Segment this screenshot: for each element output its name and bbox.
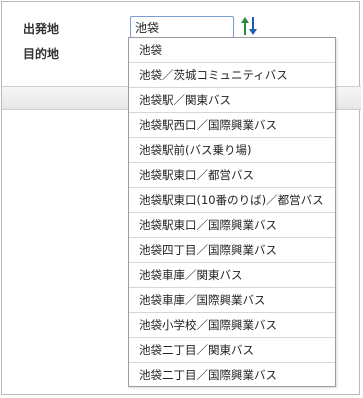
swap-icon[interactable] bbox=[240, 16, 258, 36]
suggestion-item[interactable]: 池袋 bbox=[129, 38, 335, 63]
suggestion-item[interactable]: 池袋駅東口／国際興業バス bbox=[129, 213, 335, 238]
suggestion-item[interactable]: 池袋駅前(バス乗り場) bbox=[129, 138, 335, 163]
suggestion-item[interactable]: 池袋二丁目／国際興業バス bbox=[129, 363, 335, 388]
to-label: 目的地 bbox=[23, 47, 60, 61]
suggestion-item[interactable]: 池袋駅／関東バス bbox=[129, 88, 335, 113]
suggestion-item[interactable]: 池袋車庫／関東バス bbox=[129, 263, 335, 288]
suggestion-item[interactable]: 池袋駅西口／国際興業バス bbox=[129, 113, 335, 138]
suggestion-item[interactable]: 池袋駅東口(10番のりば)／都営バス bbox=[129, 188, 335, 213]
from-label: 出発地 bbox=[23, 22, 60, 36]
arrow-down-icon bbox=[249, 17, 257, 35]
suggestion-item[interactable]: 池袋駅東口／都営バス bbox=[129, 163, 335, 188]
from-input[interactable] bbox=[130, 16, 234, 38]
arrow-up-icon bbox=[241, 17, 249, 35]
suggestion-item[interactable]: 池袋小学校／国際興業バス bbox=[129, 313, 335, 338]
suggestion-item[interactable]: 池袋四丁目／国際興業バス bbox=[129, 238, 335, 263]
suggestion-item[interactable]: 池袋二丁目／関東バス bbox=[129, 338, 335, 363]
suggestion-list: 池袋 池袋／茨城コミュニティバス 池袋駅／関東バス 池袋駅西口／国際興業バス 池… bbox=[128, 37, 336, 387]
suggestion-item[interactable]: 池袋車庫／国際興業バス bbox=[129, 288, 335, 313]
suggestion-item[interactable]: 池袋／茨城コミュニティバス bbox=[129, 63, 335, 88]
